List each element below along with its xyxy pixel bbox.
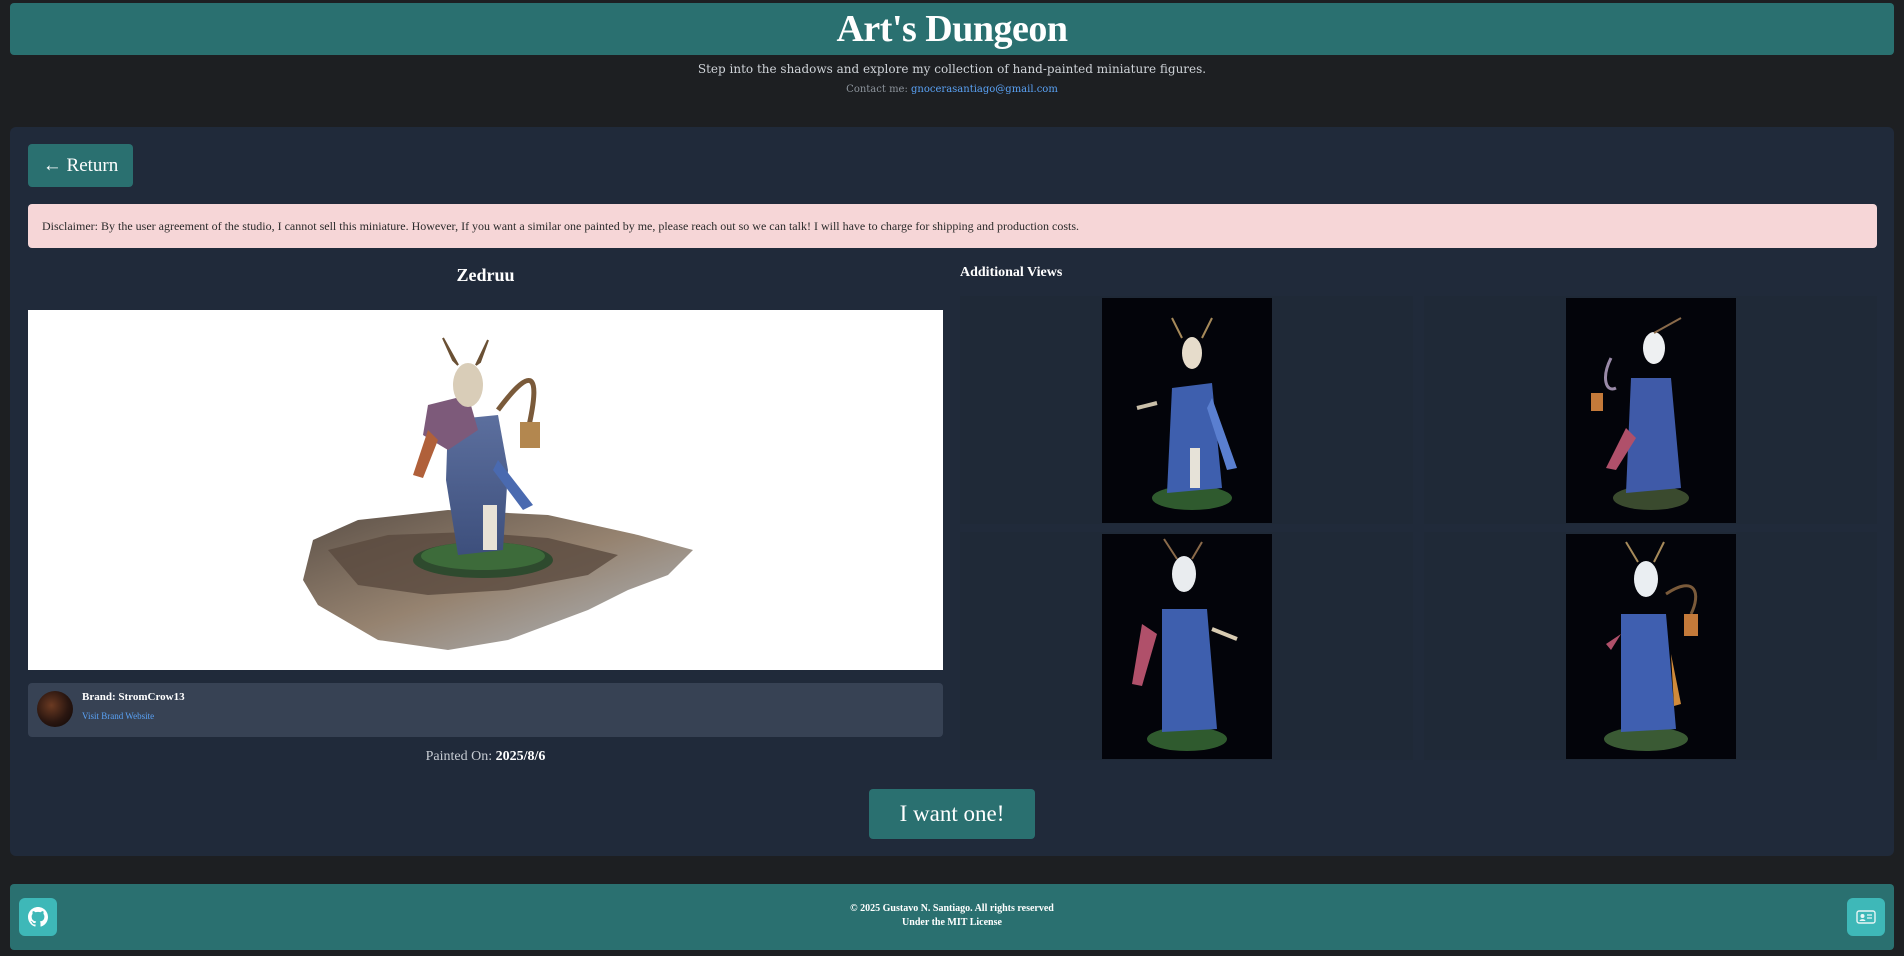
contact-email-link[interactable]: gnocerasantiago@gmail.com — [911, 84, 1058, 95]
painted-on-date: 2025/8/6 — [495, 749, 546, 764]
figure-photo — [1131, 537, 1238, 751]
site-header: Art's Dungeon — [10, 3, 1894, 55]
brand-name: Brand: StromCrow13 — [82, 691, 185, 703]
return-button[interactable]: ← Return — [28, 144, 133, 187]
figure-name: Zedruu — [456, 265, 515, 285]
want-one-button[interactable]: I want one! — [869, 789, 1035, 839]
contact-card-icon — [1856, 910, 1876, 924]
figure-photo — [1603, 540, 1698, 751]
additional-view-thumbnail[interactable] — [1565, 533, 1736, 759]
site-tagline: Step into the shadows and explore my col… — [697, 62, 1207, 76]
additional-view-thumbnail[interactable] — [1101, 533, 1272, 759]
additional-view-cell — [1424, 532, 1877, 760]
contact-label: Contact me: — [846, 84, 908, 95]
figure-3d-render — [303, 337, 693, 650]
brand-avatar — [37, 691, 73, 727]
figure-photo — [1590, 316, 1689, 510]
additional-view-cell — [960, 532, 1413, 760]
contact-card-link[interactable] — [1847, 898, 1885, 936]
additional-view-thumbnail[interactable] — [1565, 297, 1736, 523]
site-footer: © 2025 Gustavo N. Santiago. All rights r… — [10, 884, 1894, 950]
additional-view-thumbnail[interactable] — [1101, 297, 1272, 523]
brand-card: Brand: StromCrow13 Visit Brand Website — [28, 683, 943, 737]
contact-line: Contact me: gnocerasantiago@gmail.com — [0, 84, 1904, 95]
footer-text: © 2025 Gustavo N. Santiago. All rights r… — [10, 902, 1894, 930]
additional-views-title: Additional Views — [960, 265, 1063, 280]
copyright: © 2025 Gustavo N. Santiago. All rights r… — [850, 903, 1054, 914]
additional-view-cell — [1424, 296, 1877, 524]
license: Under the MIT License — [902, 917, 1002, 928]
additional-view-cell — [960, 296, 1413, 524]
3d-model-viewer[interactable] — [28, 310, 943, 670]
brand-website-link[interactable]: Visit Brand Website — [82, 711, 154, 721]
painted-on-label: Painted On: — [425, 749, 493, 764]
figure-photo — [1136, 317, 1237, 510]
site-title: Art's Dungeon — [836, 8, 1068, 50]
painted-on: Painted On: 2025/8/6 — [28, 749, 943, 765]
disclaimer-banner: Disclaimer: By the user agreement of the… — [28, 204, 1877, 248]
miniature-detail-panel: ← Return Disclaimer: By the user agreeme… — [10, 127, 1894, 856]
